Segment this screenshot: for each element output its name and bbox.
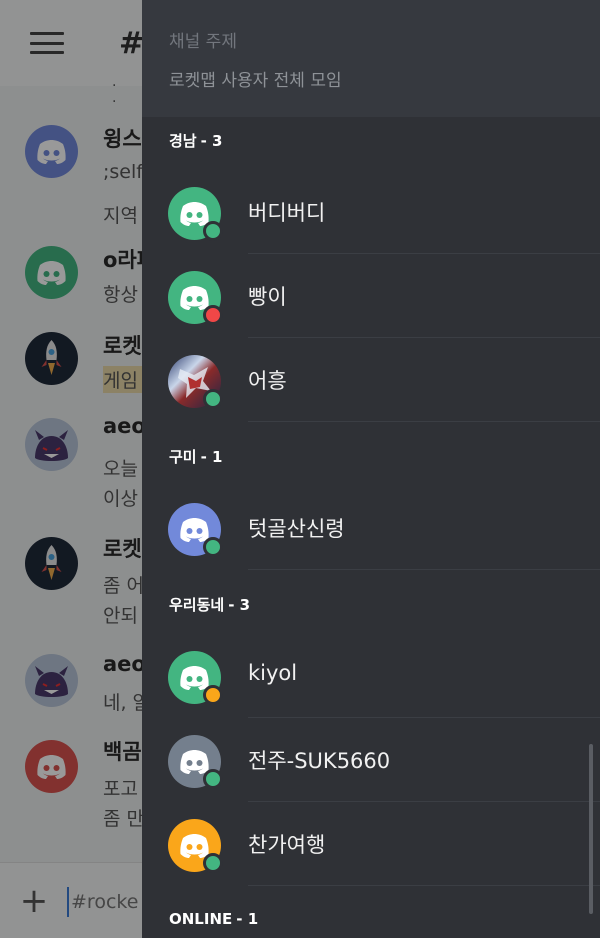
group-name: 우리동네 <box>169 596 225 614</box>
member-name: 전주-SUK5660 <box>248 749 391 773</box>
member-item[interactable]: 전주-SUK5660 <box>142 718 600 802</box>
member-item[interactable]: kiyol <box>142 634 600 718</box>
member-item[interactable]: 텃골산신령 <box>142 486 600 570</box>
member-item[interactable]: 버디버디 <box>142 170 600 254</box>
group-name: 경남 <box>169 132 197 150</box>
member-group-header: ONLINE - 1 <box>169 910 258 928</box>
member-item[interactable]: 어흥 <box>142 338 600 422</box>
status-idle-icon <box>203 685 223 705</box>
status-online-icon <box>203 221 223 241</box>
member-name: 어흥 <box>248 369 287 393</box>
member-item[interactable]: 찬가여행 <box>142 802 600 886</box>
status-online-icon <box>203 853 223 873</box>
member-name: 텃골산신령 <box>248 517 345 541</box>
divider <box>248 421 600 422</box>
status-dnd-icon <box>203 305 223 325</box>
divider <box>248 885 600 886</box>
member-name: kiyol <box>248 661 298 685</box>
member-group-header: 우리동네 - 3 <box>169 594 250 615</box>
member-name: 찬가여행 <box>248 833 326 857</box>
member-name: 버디버디 <box>248 201 326 225</box>
group-count: - 1 <box>200 448 223 466</box>
member-name: 빵이 <box>248 285 287 309</box>
member-item[interactable]: 빵이 <box>142 254 600 338</box>
divider <box>248 569 600 570</box>
status-online-icon <box>203 769 223 789</box>
topic-text: 로켓맵 사용자 전체 모임 <box>169 71 342 91</box>
member-group-header: 경남 - 3 <box>169 130 223 151</box>
group-count: - 1 <box>236 910 259 928</box>
scrollbar[interactable] <box>589 744 593 914</box>
group-name: 구미 <box>169 448 197 466</box>
channel-topic: 채널 주제 로켓맵 사용자 전체 모임 <box>142 0 600 117</box>
group-name: ONLINE <box>169 910 233 928</box>
group-count: - 3 <box>200 132 223 150</box>
topic-label: 채널 주제 <box>169 32 237 52</box>
status-online-icon <box>203 537 223 557</box>
drawer-overlay[interactable] <box>0 0 142 938</box>
status-online-icon <box>203 389 223 409</box>
member-group-header: 구미 - 1 <box>169 446 223 467</box>
member-drawer: 채널 주제 로켓맵 사용자 전체 모임 경남 - 3 버디버디 빵이 어흥 구미 -… <box>142 0 600 938</box>
group-count: - 3 <box>228 596 251 614</box>
